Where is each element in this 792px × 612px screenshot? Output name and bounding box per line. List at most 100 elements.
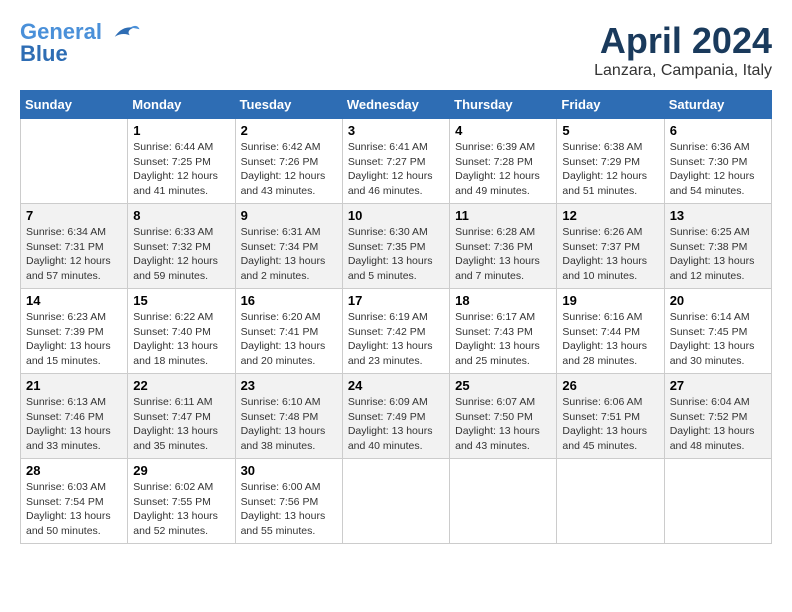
day-info: Sunrise: 6:26 AMSunset: 7:37 PMDaylight:… <box>562 225 658 284</box>
calendar-cell: 5Sunrise: 6:38 AMSunset: 7:29 PMDaylight… <box>557 119 664 204</box>
day-info: Sunrise: 6:28 AMSunset: 7:36 PMDaylight:… <box>455 225 551 284</box>
day-number: 4 <box>455 123 551 138</box>
calendar-cell: 28 Sunrise: 6:03 AMSunset: 7:54 PMDayligh… <box>21 459 128 544</box>
day-info: Sunrise: 6:16 AMSunset: 7:44 PMDaylight:… <box>562 310 658 369</box>
calendar-cell: 17Sunrise: 6:19 AMSunset: 7:42 PMDayligh… <box>342 289 449 374</box>
calendar-cell: 16Sunrise: 6:20 AMSunset: 7:41 PMDayligh… <box>235 289 342 374</box>
day-number: 30 <box>241 463 337 478</box>
calendar-cell: 6 Sunrise: 6:36 AMSunset: 7:30 PMDaylight… <box>664 119 771 204</box>
calendar-week-row: 28 Sunrise: 6:03 AMSunset: 7:54 PMDayligh… <box>21 459 772 544</box>
day-info: Sunrise: 6:06 AMSunset: 7:51 PMDaylight:… <box>562 395 658 454</box>
calendar-cell: 1 Sunrise: 6:44 AMSunset: 7:25 PMDaylight… <box>128 119 235 204</box>
day-info: Sunrise: 6:07 AMSunset: 7:50 PMDaylight:… <box>455 395 551 454</box>
day-number: 15 <box>133 293 229 308</box>
calendar-cell: 8Sunrise: 6:33 AMSunset: 7:32 PMDaylight… <box>128 204 235 289</box>
calendar-cell: 18Sunrise: 6:17 AMSunset: 7:43 PMDayligh… <box>450 289 557 374</box>
day-number: 11 <box>455 208 551 223</box>
day-info: Sunrise: 6:00 AMSunset: 7:56 PMDaylight:… <box>241 480 337 539</box>
page-header: General Blue April 2024 Lanzara, Campani… <box>20 20 772 80</box>
day-number: 23 <box>241 378 337 393</box>
weekday-header: Monday <box>128 91 235 119</box>
title-block: April 2024 Lanzara, Campania, Italy <box>594 20 772 80</box>
calendar-week-row: 7Sunrise: 6:34 AMSunset: 7:31 PMDaylight… <box>21 204 772 289</box>
day-number: 8 <box>133 208 229 223</box>
day-number: 12 <box>562 208 658 223</box>
weekday-header: Wednesday <box>342 91 449 119</box>
day-info: Sunrise: 6:03 AMSunset: 7:54 PMDaylight:… <box>26 480 122 539</box>
calendar-cell: 10 Sunrise: 6:30 AMSunset: 7:35 PMDayligh… <box>342 204 449 289</box>
day-info: Sunrise: 6:23 AMSunset: 7:39 PMDaylight:… <box>26 310 122 369</box>
calendar-cell <box>21 119 128 204</box>
day-number: 7 <box>26 208 122 223</box>
calendar-cell: 24Sunrise: 6:09 AMSunset: 7:49 PMDayligh… <box>342 374 449 459</box>
day-number: 22 <box>133 378 229 393</box>
calendar-cell: 4 Sunrise: 6:39 AMSunset: 7:28 PMDaylight… <box>450 119 557 204</box>
day-info: Sunrise: 6:39 AMSunset: 7:28 PMDaylight:… <box>455 140 551 199</box>
calendar-cell: 30 Sunrise: 6:00 AMSunset: 7:56 PMDayligh… <box>235 459 342 544</box>
day-number: 26 <box>562 378 658 393</box>
day-number: 3 <box>348 123 444 138</box>
day-info: Sunrise: 6:19 AMSunset: 7:42 PMDaylight:… <box>348 310 444 369</box>
day-info: Sunrise: 6:02 AMSunset: 7:55 PMDaylight:… <box>133 480 229 539</box>
calendar-cell: 22Sunrise: 6:11 AMSunset: 7:47 PMDayligh… <box>128 374 235 459</box>
calendar-cell: 12 Sunrise: 6:26 AMSunset: 7:37 PMDayligh… <box>557 204 664 289</box>
location-subtitle: Lanzara, Campania, Italy <box>594 62 772 80</box>
weekday-header: Sunday <box>21 91 128 119</box>
day-info: Sunrise: 6:36 AMSunset: 7:30 PMDaylight:… <box>670 140 766 199</box>
weekday-header: Tuesday <box>235 91 342 119</box>
calendar-cell: 13Sunrise: 6:25 AMSunset: 7:38 PMDayligh… <box>664 204 771 289</box>
calendar-cell: 23 Sunrise: 6:10 AMSunset: 7:48 PMDayligh… <box>235 374 342 459</box>
calendar-cell: 27 Sunrise: 6:04 AMSunset: 7:52 PMDayligh… <box>664 374 771 459</box>
calendar-cell <box>342 459 449 544</box>
weekday-header-row: SundayMondayTuesdayWednesdayThursdayFrid… <box>21 91 772 119</box>
day-number: 1 <box>133 123 229 138</box>
calendar-cell: 14 Sunrise: 6:23 AMSunset: 7:39 PMDayligh… <box>21 289 128 374</box>
calendar-week-row: 14 Sunrise: 6:23 AMSunset: 7:39 PMDayligh… <box>21 289 772 374</box>
day-number: 5 <box>562 123 658 138</box>
day-number: 16 <box>241 293 337 308</box>
calendar-cell: 29 Sunrise: 6:02 AMSunset: 7:55 PMDayligh… <box>128 459 235 544</box>
day-info: Sunrise: 6:10 AMSunset: 7:48 PMDaylight:… <box>241 395 337 454</box>
calendar-cell: 26 Sunrise: 6:06 AMSunset: 7:51 PMDayligh… <box>557 374 664 459</box>
calendar-cell <box>664 459 771 544</box>
day-number: 2 <box>241 123 337 138</box>
calendar-cell: 11 Sunrise: 6:28 AMSunset: 7:36 PMDayligh… <box>450 204 557 289</box>
calendar-cell: 21Sunrise: 6:13 AMSunset: 7:46 PMDayligh… <box>21 374 128 459</box>
day-number: 6 <box>670 123 766 138</box>
calendar-cell: 3 Sunrise: 6:41 AMSunset: 7:27 PMDaylight… <box>342 119 449 204</box>
calendar-cell <box>557 459 664 544</box>
day-number: 24 <box>348 378 444 393</box>
weekday-header: Thursday <box>450 91 557 119</box>
calendar-cell <box>450 459 557 544</box>
day-info: Sunrise: 6:14 AMSunset: 7:45 PMDaylight:… <box>670 310 766 369</box>
day-info: Sunrise: 6:25 AMSunset: 7:38 PMDaylight:… <box>670 225 766 284</box>
month-title: April 2024 <box>594 20 772 62</box>
day-info: Sunrise: 6:41 AMSunset: 7:27 PMDaylight:… <box>348 140 444 199</box>
day-number: 29 <box>133 463 229 478</box>
day-number: 20 <box>670 293 766 308</box>
day-info: Sunrise: 6:42 AMSunset: 7:26 PMDaylight:… <box>241 140 337 199</box>
day-number: 14 <box>26 293 122 308</box>
calendar-table: SundayMondayTuesdayWednesdayThursdayFrid… <box>20 90 772 544</box>
calendar-cell: 9Sunrise: 6:31 AMSunset: 7:34 PMDaylight… <box>235 204 342 289</box>
day-number: 25 <box>455 378 551 393</box>
logo: General Blue <box>20 20 141 67</box>
calendar-cell: 2 Sunrise: 6:42 AMSunset: 7:26 PMDaylight… <box>235 119 342 204</box>
calendar-cell: 25 Sunrise: 6:07 AMSunset: 7:50 PMDayligh… <box>450 374 557 459</box>
weekday-header: Friday <box>557 91 664 119</box>
calendar-cell: 19 Sunrise: 6:16 AMSunset: 7:44 PMDayligh… <box>557 289 664 374</box>
day-number: 9 <box>241 208 337 223</box>
calendar-week-row: 1 Sunrise: 6:44 AMSunset: 7:25 PMDaylight… <box>21 119 772 204</box>
day-number: 27 <box>670 378 766 393</box>
day-number: 10 <box>348 208 444 223</box>
day-number: 28 <box>26 463 122 478</box>
day-info: Sunrise: 6:04 AMSunset: 7:52 PMDaylight:… <box>670 395 766 454</box>
day-info: Sunrise: 6:30 AMSunset: 7:35 PMDaylight:… <box>348 225 444 284</box>
day-info: Sunrise: 6:22 AMSunset: 7:40 PMDaylight:… <box>133 310 229 369</box>
calendar-cell: 7Sunrise: 6:34 AMSunset: 7:31 PMDaylight… <box>21 204 128 289</box>
day-info: Sunrise: 6:44 AMSunset: 7:25 PMDaylight:… <box>133 140 229 199</box>
day-number: 19 <box>562 293 658 308</box>
day-info: Sunrise: 6:13 AMSunset: 7:46 PMDaylight:… <box>26 395 122 454</box>
calendar-cell: 20 Sunrise: 6:14 AMSunset: 7:45 PMDayligh… <box>664 289 771 374</box>
calendar-week-row: 21Sunrise: 6:13 AMSunset: 7:46 PMDayligh… <box>21 374 772 459</box>
